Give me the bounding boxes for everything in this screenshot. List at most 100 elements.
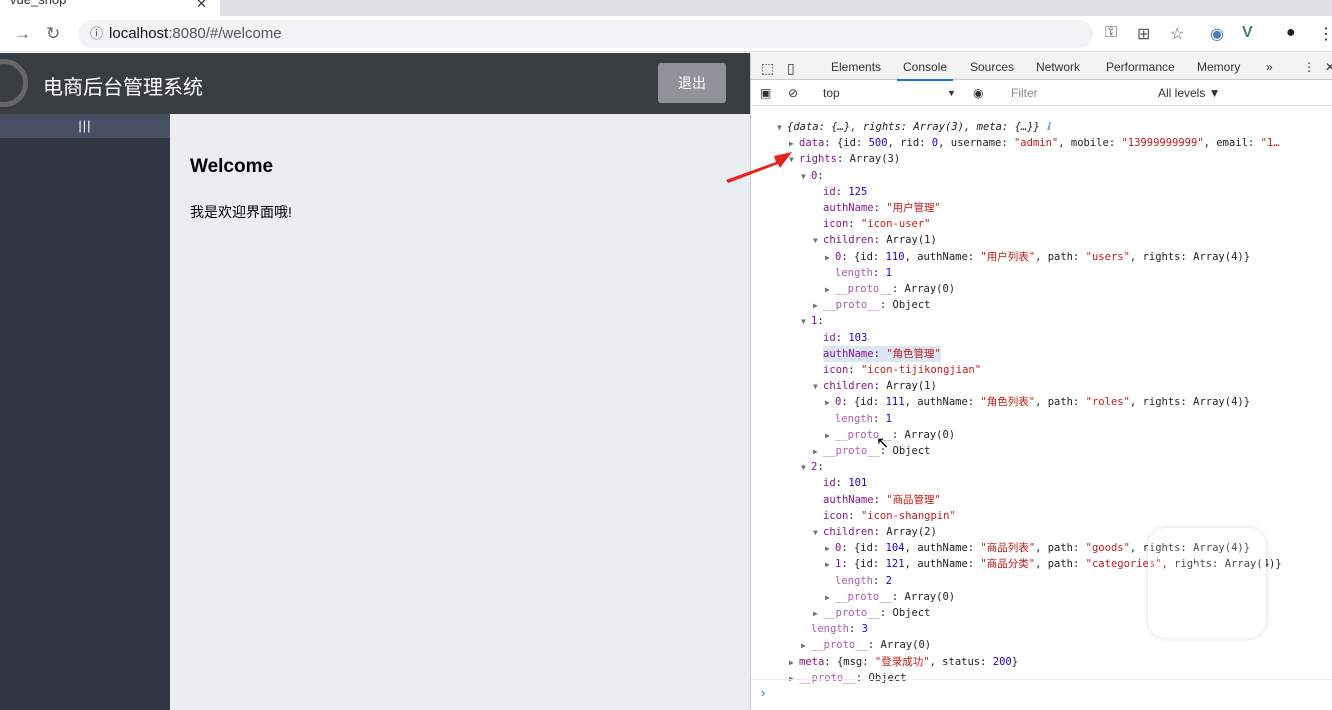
- tab-console[interactable]: Console: [897, 60, 954, 81]
- url-input[interactable]: ⓘ localhost:8080/#/welcome: [78, 20, 1093, 48]
- console-line: length: 2: [835, 573, 892, 589]
- collapsed-triangle-icon[interactable]: ▶: [825, 395, 835, 411]
- expanded-triangle-icon[interactable]: ▼: [813, 379, 823, 395]
- sidebar-toggle-button[interactable]: |||: [0, 114, 170, 138]
- translate-icon[interactable]: ⊞: [1137, 24, 1150, 44]
- console-token: , email:: [1203, 137, 1261, 150]
- console-line[interactable]: ▶ data: {id: 500, rid: 0, username: "admi…: [789, 135, 1280, 151]
- eye-icon[interactable]: ◉: [973, 86, 983, 100]
- console-token: :: [873, 202, 887, 214]
- console-token: __proto__: [835, 283, 892, 295]
- tab-memory[interactable]: Memory: [1197, 60, 1240, 74]
- forward-icon[interactable]: →: [14, 24, 31, 44]
- console-line[interactable]: ▼ children: Array(1): [813, 378, 937, 394]
- console-line[interactable]: ▶ __proto__: Object: [813, 297, 930, 313]
- info-icon[interactable]: ⓘ: [90, 26, 103, 41]
- console-line[interactable]: ▶ meta: {msg: "登录成功", status: 200}: [789, 654, 1018, 670]
- console-token: , rid:: [887, 137, 932, 150]
- console-token: : {id:: [841, 542, 886, 555]
- reload-icon[interactable]: ↻: [46, 24, 60, 44]
- extension-icon[interactable]: ◉: [1210, 24, 1224, 44]
- levels-dropdown[interactable]: All levels ▼: [1158, 86, 1221, 100]
- collapsed-triangle-icon[interactable]: ▶: [813, 606, 823, 622]
- console-line[interactable]: ▶ __proto__: Array(0): [801, 637, 931, 653]
- devtools-menu-icon[interactable]: ⋮: [1303, 60, 1315, 74]
- close-tab-icon[interactable]: ✕: [196, 0, 207, 12]
- inspect-icon[interactable]: ⬚: [761, 60, 774, 77]
- logout-button[interactable]: 退出: [658, 63, 726, 103]
- tab-elements[interactable]: Elements: [831, 60, 881, 74]
- tab-network[interactable]: Network: [1036, 60, 1080, 74]
- collapsed-triangle-icon[interactable]: ▶: [825, 557, 835, 573]
- console-line[interactable]: ▼ 1:: [801, 313, 824, 329]
- clear-console-icon[interactable]: ⊘: [788, 86, 798, 100]
- console-line[interactable]: ▼ children: Array(1): [813, 232, 937, 248]
- filter-input[interactable]: Filter: [1011, 86, 1038, 100]
- menu-icon[interactable]: ⋮: [1318, 24, 1332, 44]
- console-line: icon: "icon-user": [823, 216, 931, 232]
- console-token: : {id:: [841, 250, 886, 263]
- console-line[interactable]: ▶ 0: {id: 111, authName: "角色列表", path: "r…: [825, 394, 1250, 410]
- console-line: icon: "icon-shangpin": [823, 508, 956, 524]
- console-line[interactable]: ▶ __proto__: Object: [789, 670, 906, 686]
- vue-devtools-icon[interactable]: V: [1242, 24, 1253, 42]
- expanded-triangle-icon[interactable]: ▼: [813, 233, 823, 249]
- collapsed-triangle-icon[interactable]: ▶: [813, 444, 823, 460]
- key-icon[interactable]: ⚿: [1105, 24, 1117, 42]
- console-line[interactable]: ▶ __proto__: Object: [813, 443, 930, 459]
- url-path: :8080/#/welcome: [168, 25, 282, 42]
- console-line[interactable]: ▼ 2:: [801, 459, 824, 475]
- divider: [751, 679, 1332, 680]
- collapsed-triangle-icon[interactable]: ▶: [825, 282, 835, 298]
- expanded-triangle-icon[interactable]: ▼: [801, 314, 811, 330]
- device-toolbar-icon[interactable]: ▯: [787, 60, 795, 77]
- console-token: children: [823, 526, 874, 538]
- console-token: id: [823, 331, 836, 344]
- collapsed-triangle-icon[interactable]: ▶: [813, 298, 823, 314]
- collapsed-triangle-icon[interactable]: ▶: [825, 250, 835, 266]
- console-line[interactable]: ▼ {data: {…}, rights: Array(3), meta: {…}…: [777, 119, 1050, 135]
- console-token: "roles": [1085, 396, 1130, 409]
- console-line[interactable]: ▶ 0: {id: 110, authName: "用户列表", path: "u…: [825, 249, 1250, 265]
- collapsed-triangle-icon[interactable]: ▶: [825, 428, 835, 444]
- collapsed-triangle-icon[interactable]: ▶: [825, 590, 835, 606]
- console-line[interactable]: ▶ __proto__: Array(0): [825, 427, 955, 443]
- console-token: authName: [823, 202, 874, 214]
- expanded-triangle-icon[interactable]: ▼: [801, 460, 811, 476]
- star-icon[interactable]: ☆: [1170, 24, 1184, 44]
- console-token: authName: [823, 493, 874, 506]
- expanded-triangle-icon[interactable]: ▼: [813, 525, 823, 541]
- more-tabs-icon[interactable]: »: [1266, 60, 1273, 74]
- collapsed-triangle-icon[interactable]: ▶: [825, 541, 835, 557]
- console-token: meta: [799, 655, 825, 668]
- welcome-text: 我是欢迎界面哦!: [190, 204, 292, 220]
- tab-performance[interactable]: Performance: [1106, 60, 1175, 74]
- console-line: length: 3: [811, 621, 868, 637]
- expanded-triangle-icon[interactable]: ▼: [777, 120, 787, 136]
- console-line[interactable]: ▼ rights: Array(3): [789, 151, 900, 167]
- console-line[interactable]: ▼ children: Array(2): [813, 524, 937, 540]
- context-select[interactable]: top: [823, 86, 840, 100]
- console-line: authName: "用户管理": [823, 200, 941, 216]
- profile-icon[interactable]: ●: [1286, 24, 1296, 42]
- collapsed-triangle-icon[interactable]: ▶: [801, 638, 811, 654]
- url-host: localhost: [109, 25, 169, 42]
- console-token: :: [835, 331, 849, 344]
- browser-tab[interactable]: vue_shop ✕: [0, 0, 220, 16]
- console-line[interactable]: ▶ __proto__: Object: [813, 605, 930, 621]
- console-token: length: [835, 412, 873, 425]
- chevron-down-icon[interactable]: ▼: [947, 88, 956, 98]
- play-icon[interactable]: [1193, 563, 1223, 603]
- collapsed-triangle-icon[interactable]: ▶: [789, 655, 799, 671]
- console-line[interactable]: ▶ __proto__: Array(0): [825, 281, 955, 297]
- video-player-overlay[interactable]: [1148, 528, 1266, 638]
- console-prompt[interactable]: ›: [761, 685, 765, 700]
- tab-sources[interactable]: Sources: [970, 60, 1014, 74]
- close-devtools-icon[interactable]: ✕: [1325, 60, 1332, 74]
- app-header: 电商后台管理系统 退出: [0, 53, 750, 114]
- sidebar-toggle-icon[interactable]: ▣: [760, 86, 771, 100]
- console-line[interactable]: ▼ 0:: [801, 168, 824, 184]
- console-line[interactable]: ▶ __proto__: Array(0): [825, 589, 955, 605]
- console-token: : {msg:: [824, 655, 875, 668]
- console-token: "admin": [1013, 137, 1059, 150]
